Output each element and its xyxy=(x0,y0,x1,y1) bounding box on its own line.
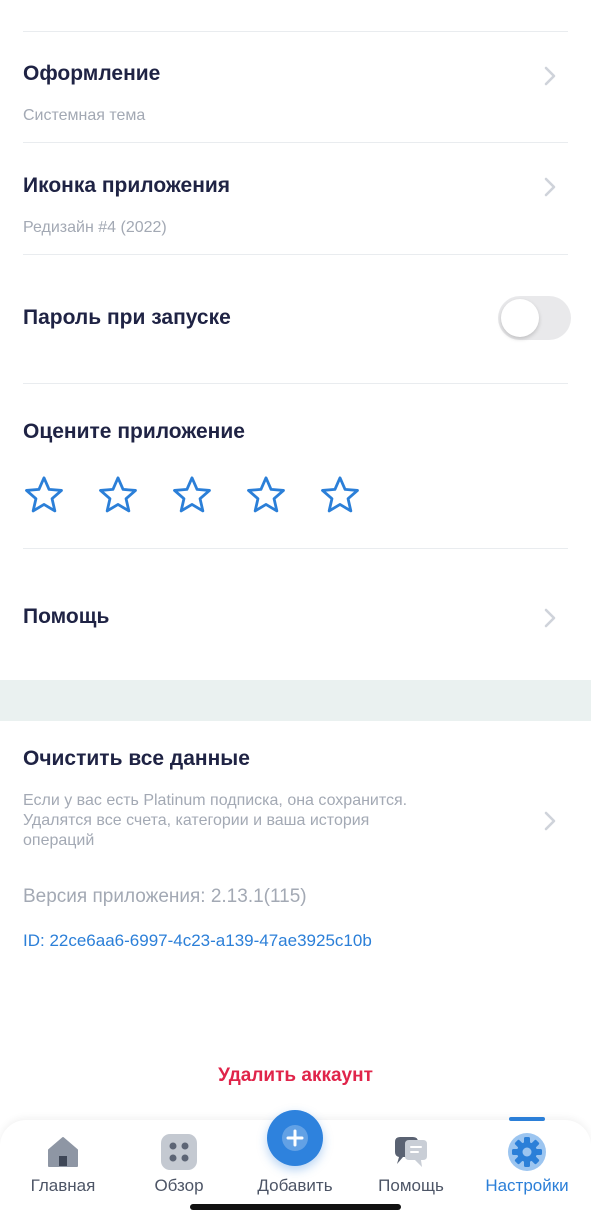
appearance-title: Оформление xyxy=(23,62,161,85)
clear-data-description: Если у вас есть Platinum подписка, она с… xyxy=(23,792,408,849)
delete-account-button[interactable]: Удалить аккаунт xyxy=(0,1065,591,1087)
tab-label: Обзор xyxy=(154,1176,204,1195)
tab-label: Главная xyxy=(30,1176,96,1195)
add-button[interactable] xyxy=(267,1110,323,1166)
launch-password-title: Пароль при запуске xyxy=(23,306,231,329)
rate-title: Оцените приложение xyxy=(23,420,245,443)
star-icon[interactable] xyxy=(319,474,361,516)
app-version: Версия приложения: 2.13.1(115) xyxy=(23,886,307,907)
appearance-value: Системная тема xyxy=(23,107,146,124)
home-indicator xyxy=(190,1204,401,1210)
app-icon-row[interactable]: Иконка приложения Редизайн #4 (2022) xyxy=(0,143,591,253)
house-icon xyxy=(48,1137,78,1167)
app-icon-title: Иконка приложения xyxy=(23,174,231,197)
star-icon[interactable] xyxy=(171,474,213,516)
divider xyxy=(23,254,568,255)
tab-settings[interactable]: Настройки xyxy=(468,1117,586,1223)
star-icon[interactable] xyxy=(23,474,65,516)
tab-home[interactable]: Главная xyxy=(4,1120,122,1223)
chevron-right-icon xyxy=(544,811,556,831)
star-icon[interactable] xyxy=(97,474,139,516)
help-row[interactable]: Помощь xyxy=(0,549,591,679)
active-tab-indicator xyxy=(509,1117,545,1121)
tab-label: Настройки xyxy=(485,1176,569,1195)
clear-data-title: Очистить все данные xyxy=(23,747,250,770)
appearance-row[interactable]: Оформление Системная тема xyxy=(0,32,591,142)
chevron-right-icon xyxy=(544,177,556,197)
launch-password-toggle[interactable] xyxy=(498,296,571,340)
chevron-right-icon xyxy=(544,608,556,628)
gear-icon xyxy=(508,1133,546,1171)
star-icon[interactable] xyxy=(245,474,287,516)
device-id[interactable]: ID: 22ce6aa6-6997-4c23-a139-47ae3925c10b xyxy=(23,931,372,951)
tab-label: Добавить xyxy=(257,1176,333,1195)
help-title: Помощь xyxy=(23,605,110,628)
chevron-right-icon xyxy=(544,66,556,86)
app-icon-value: Редизайн #4 (2022) xyxy=(23,219,167,236)
rating-stars xyxy=(23,474,361,516)
divider xyxy=(23,383,568,384)
grid-icon xyxy=(161,1134,197,1170)
section-separator xyxy=(0,680,591,721)
tab-label: Помощь xyxy=(378,1176,444,1195)
chat-icon xyxy=(395,1137,427,1167)
toggle-knob xyxy=(501,299,539,337)
plus-icon xyxy=(282,1125,308,1151)
